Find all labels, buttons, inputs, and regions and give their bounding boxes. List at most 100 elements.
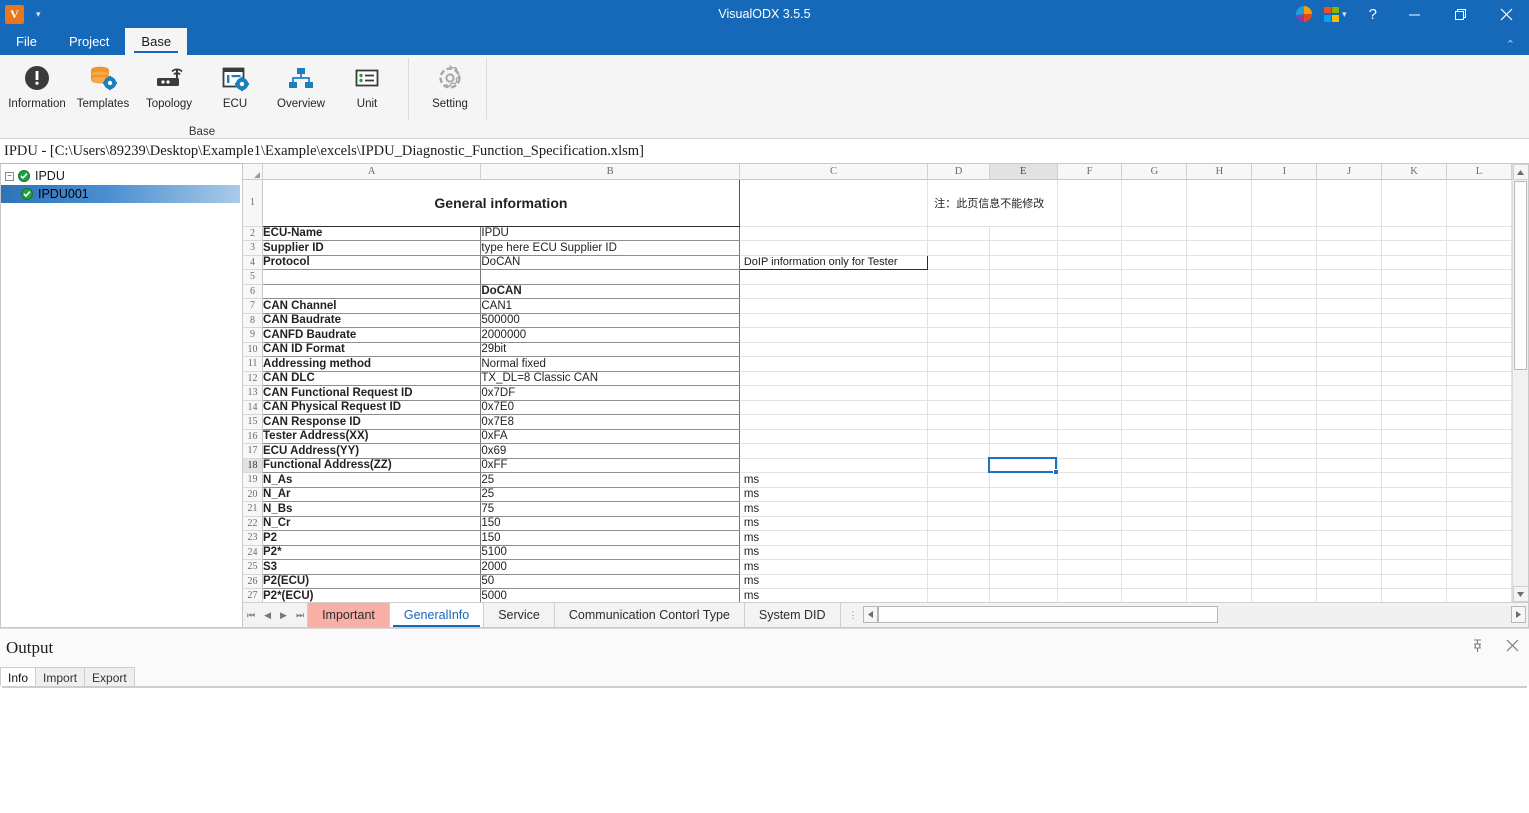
cell-k4[interactable] bbox=[1381, 255, 1447, 270]
tab-base[interactable]: Base bbox=[125, 28, 188, 55]
cell-i9[interactable] bbox=[1251, 327, 1318, 343]
cell-d4[interactable] bbox=[927, 255, 990, 270]
row-header-8[interactable]: 8 bbox=[243, 313, 264, 328]
cell-g17[interactable] bbox=[1121, 443, 1188, 459]
quick-access-caret-icon[interactable]: ▾ bbox=[36, 9, 41, 20]
column-header-e[interactable]: E bbox=[989, 164, 1058, 180]
cell-b18[interactable]: 0xFF bbox=[480, 458, 740, 473]
cell-a5[interactable] bbox=[262, 269, 482, 285]
cell-d3[interactable] bbox=[927, 240, 990, 256]
cell-f6[interactable] bbox=[1057, 284, 1123, 299]
windows-apps-icon[interactable]: ▾ bbox=[1318, 0, 1355, 28]
cell-k17[interactable] bbox=[1381, 443, 1447, 459]
cell-j19[interactable] bbox=[1316, 472, 1382, 488]
cell-f14[interactable] bbox=[1057, 400, 1123, 415]
cell-i24[interactable] bbox=[1251, 545, 1318, 560]
cell-j6[interactable] bbox=[1316, 284, 1382, 299]
cell-f26[interactable] bbox=[1057, 574, 1123, 589]
cell-i14[interactable] bbox=[1251, 400, 1318, 415]
cell-j14[interactable] bbox=[1316, 400, 1382, 415]
cell-k8[interactable] bbox=[1381, 313, 1447, 328]
cell-l10[interactable] bbox=[1446, 342, 1512, 357]
cell-c13[interactable] bbox=[739, 385, 929, 401]
cell-e18[interactable] bbox=[989, 458, 1058, 473]
cell-l9[interactable] bbox=[1446, 327, 1512, 343]
table-row[interactable]: 26 P2(ECU) 50 ms bbox=[243, 574, 1512, 589]
cell-j18[interactable] bbox=[1316, 458, 1382, 473]
scroll-left-button[interactable] bbox=[862, 606, 878, 623]
cell-k25[interactable] bbox=[1381, 559, 1447, 575]
cell-b11[interactable]: Normal fixed bbox=[480, 356, 740, 372]
cell-h18[interactable] bbox=[1186, 458, 1253, 473]
row-header-9[interactable]: 9 bbox=[243, 327, 264, 343]
cell-c16[interactable] bbox=[739, 429, 929, 444]
cell-a3[interactable]: Supplier ID bbox=[262, 240, 482, 256]
output-tab-import[interactable]: Import bbox=[35, 667, 86, 686]
cell-a14[interactable]: CAN Physical Request ID bbox=[262, 400, 482, 415]
output-tab-export[interactable]: Export bbox=[84, 667, 135, 686]
row-header-14[interactable]: 14 bbox=[243, 400, 264, 415]
cell-h23[interactable] bbox=[1186, 530, 1253, 546]
table-row[interactable]: 19 N_As 25 ms bbox=[243, 472, 1512, 488]
table-row[interactable]: 27 P2*(ECU) 5000 ms bbox=[243, 588, 1512, 602]
column-header-j[interactable]: J bbox=[1316, 164, 1382, 180]
cell-a15[interactable]: CAN Response ID bbox=[262, 414, 482, 430]
cell-k23[interactable] bbox=[1381, 530, 1447, 546]
cell-b24[interactable]: 5100 bbox=[480, 545, 740, 560]
cell-e24[interactable] bbox=[989, 545, 1058, 560]
cell-i3[interactable] bbox=[1251, 240, 1318, 256]
table-row[interactable]: 24 P2* 5100 ms bbox=[243, 545, 1512, 560]
row-header-27[interactable]: 27 bbox=[243, 588, 264, 602]
cell-l8[interactable] bbox=[1446, 313, 1512, 328]
cell-h25[interactable] bbox=[1186, 559, 1253, 575]
cell-a16[interactable]: Tester Address(XX) bbox=[262, 429, 482, 444]
cell-a18[interactable]: Functional Address(ZZ) bbox=[262, 458, 482, 473]
cell-i10[interactable] bbox=[1251, 342, 1318, 357]
cell-g14[interactable] bbox=[1121, 400, 1188, 415]
cell-b3[interactable]: type here ECU Supplier ID bbox=[480, 240, 740, 256]
tab-project[interactable]: Project bbox=[53, 28, 125, 55]
cell-i4[interactable] bbox=[1251, 255, 1318, 270]
cell-d18[interactable] bbox=[927, 458, 990, 473]
cell-d5[interactable] bbox=[927, 269, 990, 285]
row-header-4[interactable]: 4 bbox=[243, 255, 264, 270]
cell-j3[interactable] bbox=[1316, 240, 1382, 256]
cell-d19[interactable] bbox=[927, 472, 990, 488]
cell-f22[interactable] bbox=[1057, 516, 1123, 531]
cell-h11[interactable] bbox=[1186, 356, 1253, 372]
collapse-ribbon-icon[interactable]: ⌃ bbox=[1506, 38, 1529, 55]
cell-k24[interactable] bbox=[1381, 545, 1447, 560]
cell-k7[interactable] bbox=[1381, 298, 1447, 314]
row-header-6[interactable]: 6 bbox=[243, 284, 264, 299]
sheet-nav-buttons[interactable]: ⏮ ◀ ▶ ⏭ bbox=[243, 603, 308, 627]
sheet-tab-important[interactable]: Important bbox=[307, 603, 390, 627]
cell-g22[interactable] bbox=[1121, 516, 1188, 531]
note-cell[interactable]: 注：此页信息不能修改 bbox=[927, 179, 1058, 227]
cell-e12[interactable] bbox=[989, 371, 1058, 386]
cell-d23[interactable] bbox=[927, 530, 990, 546]
last-sheet-button[interactable]: ⏭ bbox=[296, 610, 304, 621]
cell-i11[interactable] bbox=[1251, 356, 1318, 372]
row-header-19[interactable]: 19 bbox=[243, 472, 264, 488]
cell-l3[interactable] bbox=[1446, 240, 1512, 256]
cell-l25[interactable] bbox=[1446, 559, 1512, 575]
row-header-20[interactable]: 20 bbox=[243, 487, 264, 502]
account-circle-icon[interactable] bbox=[1290, 0, 1318, 28]
cell-i6[interactable] bbox=[1251, 284, 1318, 299]
table-row[interactable]: 8 CAN Baudrate 500000 bbox=[243, 313, 1512, 328]
cell-h19[interactable] bbox=[1186, 472, 1253, 488]
cell-e7[interactable] bbox=[989, 298, 1058, 314]
row-header-24[interactable]: 24 bbox=[243, 545, 264, 560]
cell-f12[interactable] bbox=[1057, 371, 1123, 386]
cell-g8[interactable] bbox=[1121, 313, 1188, 328]
table-row[interactable]: 4 Protocol DoCAN DoIP information only for … bbox=[243, 254, 1512, 270]
cell-l1[interactable] bbox=[1446, 179, 1512, 227]
cell-e5[interactable] bbox=[989, 269, 1058, 285]
cell-g18[interactable] bbox=[1121, 458, 1188, 473]
cell-e6[interactable] bbox=[989, 284, 1058, 299]
cell-k18[interactable] bbox=[1381, 458, 1447, 473]
cell-d6[interactable] bbox=[927, 284, 990, 299]
cell-d7[interactable] bbox=[927, 298, 990, 314]
cell-i23[interactable] bbox=[1251, 530, 1318, 546]
cell-l17[interactable] bbox=[1446, 443, 1512, 459]
